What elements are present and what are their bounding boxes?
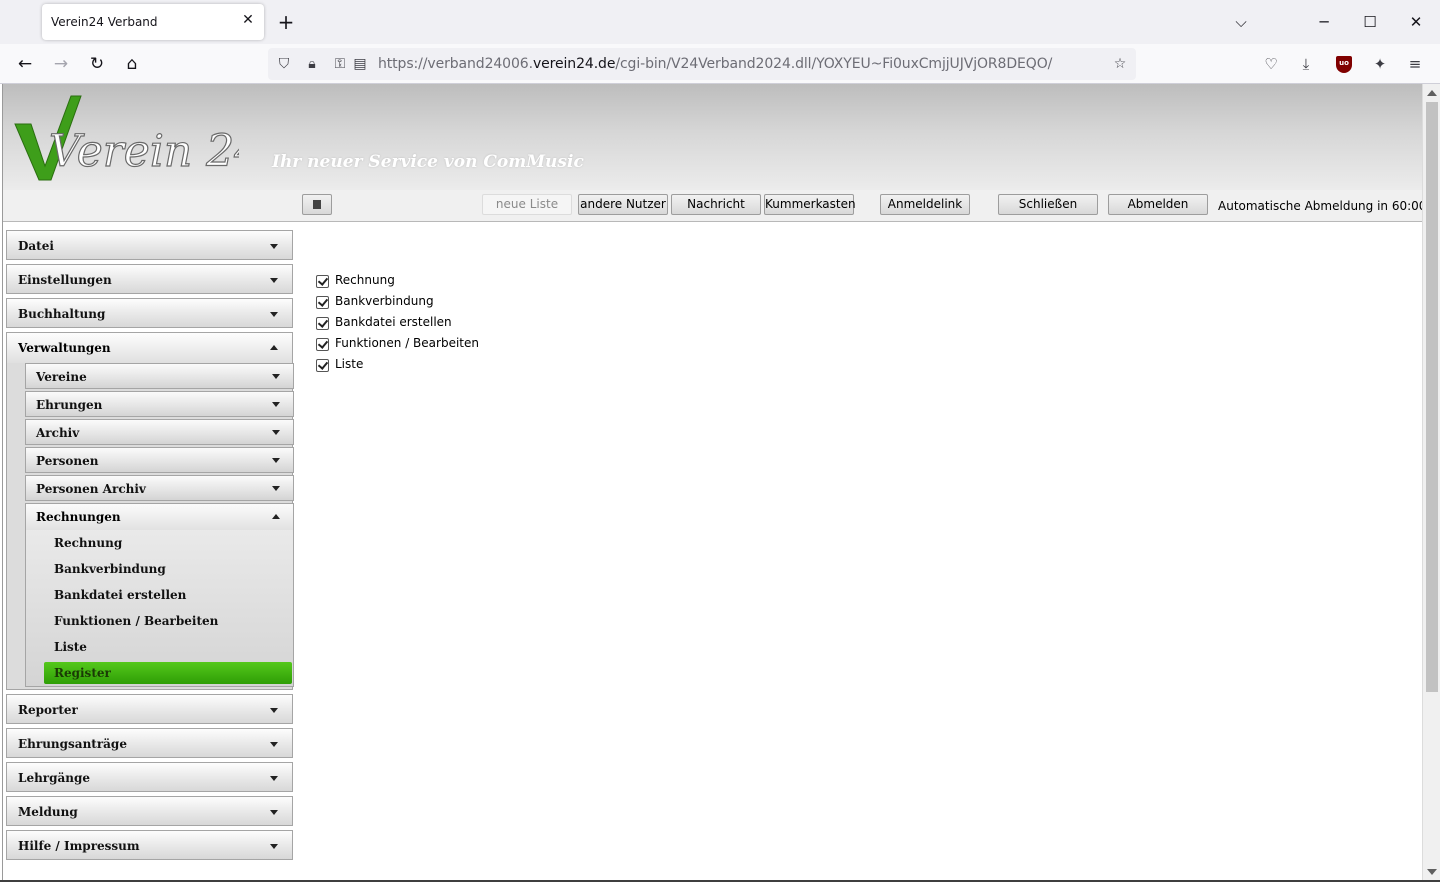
menu-item-liste[interactable]: Liste [44, 636, 292, 658]
minimize-icon[interactable]: ─ [1312, 10, 1336, 34]
chevron-down-icon [272, 374, 280, 379]
menu-verwaltungen[interactable]: Verwaltungen [7, 333, 292, 363]
menu-buchhaltung[interactable]: Buchhaltung [6, 298, 293, 328]
tab-title: Verein24 Verband [51, 15, 158, 29]
menu-hilfe-impressum[interactable]: Hilfe / Impressum [6, 830, 293, 860]
forward-icon[interactable]: → [49, 52, 73, 76]
lock-icon[interactable]: 🔒︎ [302, 54, 322, 74]
chevron-down-icon [270, 312, 278, 317]
chevron-down-icon [270, 278, 278, 283]
neue-liste-button[interactable]: neue Liste [482, 194, 572, 215]
menu-item-bankdatei-erstellen[interactable]: Bankdatei erstellen [44, 584, 292, 606]
browser-nav-bar: ← → ↻ ⌂ ⛉ 🔒︎ ⚿ ▤ https://verband24006.ve… [0, 44, 1440, 84]
url-text[interactable]: https://verband24006.verein24.de/cgi-bin… [378, 56, 1052, 72]
download-icon[interactable]: ⤓ [1294, 52, 1318, 76]
schliessen-button[interactable]: Schließen [998, 194, 1098, 215]
close-window-icon[interactable]: ✕ [1404, 10, 1428, 34]
chevron-up-icon [272, 514, 280, 519]
chevron-down-icon [270, 708, 278, 713]
svg-text:Verein 24: Verein 24 [49, 126, 239, 177]
chevron-down-icon [270, 810, 278, 815]
menu-item-rechnung[interactable]: Rechnung [44, 532, 292, 554]
menu-datei[interactable]: Datei [6, 230, 293, 260]
pocket-icon[interactable]: ♡ [1259, 52, 1283, 76]
scrollbar-thumb[interactable] [1426, 102, 1438, 692]
page-icon[interactable]: ▤ [350, 54, 370, 74]
list-tabs-icon[interactable]: ⌵ [1229, 10, 1253, 34]
tagline: Ihr neuer Service von ComMusic [272, 152, 584, 172]
submenu-personen[interactable]: Personen [25, 447, 294, 473]
stop-button[interactable] [302, 194, 332, 215]
submenu-ehrungen[interactable]: Ehrungen [25, 391, 294, 417]
chevron-down-icon [272, 430, 280, 435]
kummerkasten-button[interactable]: Kummerkasten [764, 194, 856, 215]
submenu-archiv[interactable]: Archiv [25, 419, 294, 445]
menu-item-bankverbindung[interactable]: Bankverbindung [44, 558, 292, 580]
reload-icon[interactable]: ↻ [85, 52, 109, 76]
home-icon[interactable]: ⌂ [120, 52, 144, 76]
browser-tab-bar: Verein24 Verband ✕ + ⌵ ─ ☐ ✕ [0, 0, 1440, 44]
submenu-personen-archiv[interactable]: Personen Archiv [25, 475, 294, 501]
close-tab-icon[interactable]: ✕ [240, 12, 256, 28]
menu-group-verwaltungen: Verwaltungen Vereine Ehrungen Archiv Per… [6, 332, 294, 690]
chevron-down-icon [272, 486, 280, 491]
url-bar[interactable]: ⛉ 🔒︎ ⚿ ▤ https://verband24006.verein24.d… [268, 48, 1136, 80]
scroll-down-icon[interactable] [1427, 869, 1437, 875]
maximize-icon[interactable]: ☐ [1358, 10, 1382, 34]
nachricht-button[interactable]: Nachricht [671, 194, 761, 215]
chevron-down-icon [270, 742, 278, 747]
chevron-up-icon [270, 345, 278, 350]
checkbox-rechnung[interactable] [316, 275, 329, 288]
bookmark-star-icon[interactable]: ☆ [1110, 54, 1130, 74]
checkbox-bankverbindung[interactable] [316, 296, 329, 309]
checkbox-liste[interactable] [316, 359, 329, 372]
browser-tab[interactable]: Verein24 Verband ✕ [42, 4, 264, 40]
auto-logout-text: Automatische Abmeldung in 60:00 [1218, 199, 1422, 213]
extensions-icon[interactable]: ✦ [1368, 52, 1392, 76]
scroll-up-icon[interactable] [1427, 90, 1437, 96]
header: Verein 24 Ihr neuer Service von ComMusic [3, 84, 1422, 190]
chevron-down-icon [270, 244, 278, 249]
page: Verein 24 Ihr neuer Service von ComMusic… [2, 84, 1422, 880]
verein24-logo: Verein 24 [14, 95, 239, 181]
back-icon[interactable]: ← [13, 52, 37, 76]
checkbox-bankdatei-erstellen[interactable] [316, 317, 329, 330]
chevron-down-icon [272, 458, 280, 463]
ublock-icon[interactable]: uo [1336, 56, 1352, 73]
chevron-down-icon [270, 844, 278, 849]
toolbar: neue Liste andere Nutzer Nachricht Kumme… [3, 190, 1422, 222]
new-tab-icon[interactable]: + [276, 10, 296, 34]
menu-meldung[interactable]: Meldung [6, 796, 293, 826]
menu-item-funktionen-bearbeiten[interactable]: Funktionen / Bearbeiten [44, 610, 292, 632]
submenu-group-rechnungen: Rechnungen Rechnung Bankverbindung Bankd… [25, 503, 294, 687]
menu-icon[interactable]: ≡ [1403, 52, 1427, 76]
page-scrollbar[interactable] [1422, 84, 1440, 880]
anmeldelink-button[interactable]: Anmeldelink [880, 194, 970, 215]
menu-reporter[interactable]: Reporter [6, 694, 293, 724]
permissions-icon[interactable]: ⚿ [330, 54, 350, 74]
submenu-vereine[interactable]: Vereine [25, 363, 294, 389]
checkbox-funktionen-bearbeiten[interactable] [316, 338, 329, 351]
chevron-down-icon [270, 776, 278, 781]
shield-icon[interactable]: ⛉ [274, 54, 294, 74]
chevron-down-icon [272, 402, 280, 407]
submenu-rechnungen[interactable]: Rechnungen [26, 504, 293, 530]
menu-item-register[interactable]: Register [44, 662, 292, 684]
menu-ehrungsantraege[interactable]: Ehrungsanträge [6, 728, 293, 758]
andere-nutzer-button[interactable]: andere Nutzer [578, 194, 668, 215]
abmelden-button[interactable]: Abmelden [1108, 194, 1208, 215]
menu-lehrgaenge[interactable]: Lehrgänge [6, 762, 293, 792]
menu-einstellungen[interactable]: Einstellungen [6, 264, 293, 294]
